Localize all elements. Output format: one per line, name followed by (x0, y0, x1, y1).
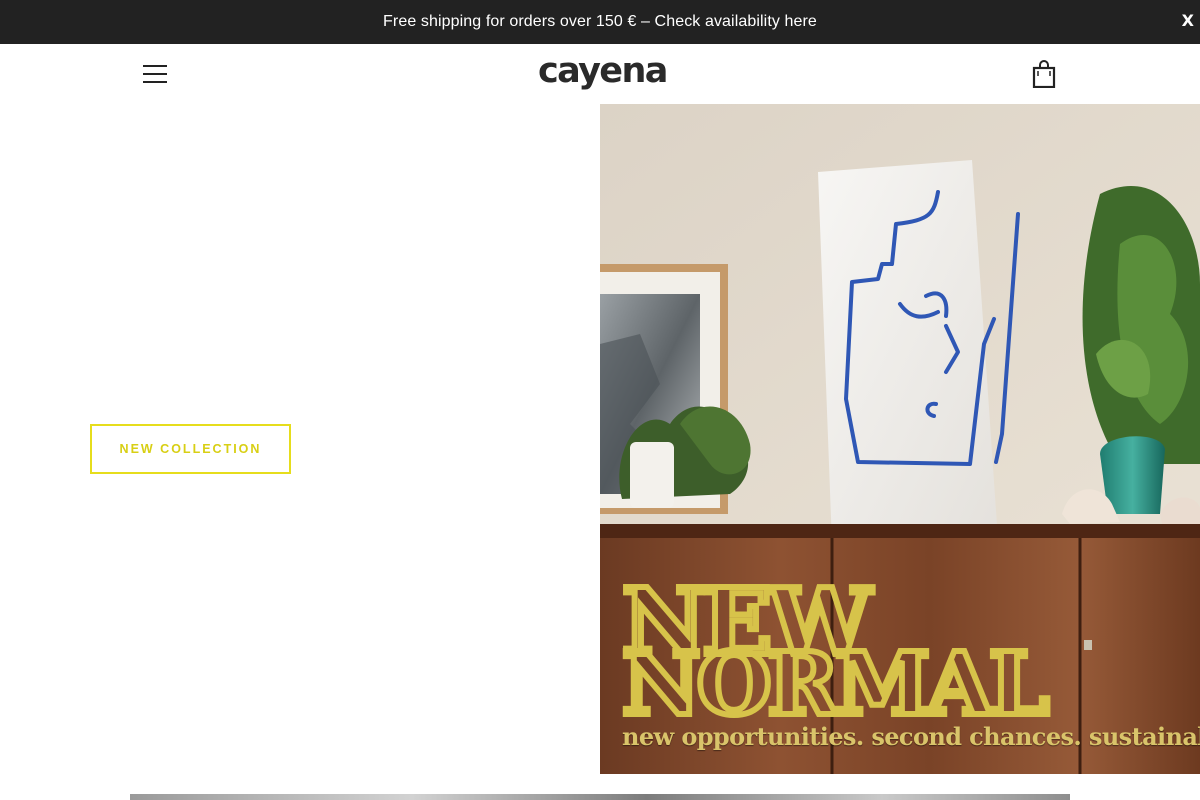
announcement-bar[interactable]: Free shipping for orders over 150 € – Ch… (0, 0, 1200, 44)
shopping-bag-icon[interactable] (1032, 60, 1056, 89)
banner-title-line2: NORMAL (622, 634, 1048, 735)
hero-scene: NEW NORMAL (600, 104, 1200, 774)
announcement-text[interactable]: Free shipping for orders over 150 € – Ch… (383, 13, 817, 31)
next-section-preview (130, 794, 1070, 800)
new-collection-button[interactable]: NEW COLLECTION (90, 424, 291, 474)
hamburger-menu-icon[interactable] (143, 65, 167, 83)
site-logo[interactable]: cayena (538, 48, 668, 94)
close-announcement-button[interactable]: X (1182, 11, 1194, 30)
hero-banner-image[interactable]: NEW NORMAL new opportunities. second cha… (600, 104, 1200, 774)
banner-tagline: new opportunities. second chances. susta… (622, 722, 1200, 751)
site-header: cayena (0, 44, 1200, 104)
